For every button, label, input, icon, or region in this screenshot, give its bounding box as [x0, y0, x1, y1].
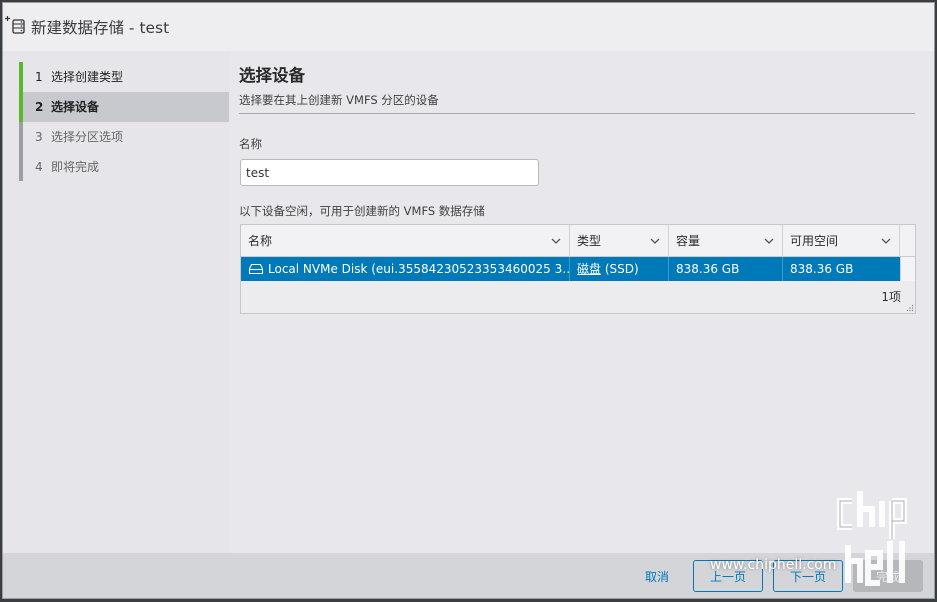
title-bar: 新建数据存储 - test [3, 3, 934, 51]
grid-scrollbar[interactable] [900, 257, 915, 281]
chevron-down-icon[interactable] [550, 225, 562, 257]
column-header-type[interactable]: 类型 [570, 225, 669, 257]
page-subtitle: 选择要在其上创建新 VMFS 分区的设备 [239, 93, 439, 107]
column-header-capacity[interactable]: 容量 [669, 225, 783, 257]
finish-button[interactable]: 完成 [853, 560, 923, 592]
resize-grip-icon[interactable] [906, 304, 914, 312]
devices-caption: 以下设备空闲，可用于创建新的 VMFS 数据存储 [239, 204, 485, 218]
dialog-title: 新建数据存储 - test [31, 19, 170, 37]
cell-device-name: Local NVMe Disk (eui.3558423052335346002… [241, 257, 570, 281]
datastore-name-input[interactable] [240, 159, 539, 186]
disk-type-link[interactable]: 磁盘 [577, 262, 601, 276]
column-header-free-space[interactable]: 可用空间 [783, 225, 900, 257]
next-button[interactable]: 下一页 [773, 560, 843, 592]
column-header-name[interactable]: 名称 [241, 225, 570, 257]
name-label: 名称 [239, 137, 262, 151]
step-select-creation-type[interactable]: 1 选择创建类型 [23, 62, 229, 92]
cancel-button[interactable]: 取消 [621, 560, 693, 592]
cell-type: 磁盘 (SSD) [570, 257, 669, 281]
step-label: 选择设备 [51, 100, 100, 114]
step-ready-to-complete: 4 即将完成 [35, 160, 100, 174]
header-divider [239, 113, 915, 114]
page-title: 选择设备 [239, 66, 305, 85]
table-row[interactable]: Local NVMe Disk (eui.3558423052335346002… [241, 257, 900, 281]
step-label: 选择分区选项 [51, 130, 124, 144]
step-select-device[interactable]: 2 选择设备 [23, 92, 229, 122]
item-count: 1项 [881, 290, 901, 304]
disk-icon [248, 263, 264, 274]
dialog-footer: 取消 上一页 下一页 完成 [3, 553, 934, 598]
main-pane: 选择设备 选择要在其上创建新 VMFS 分区的设备 名称 以下设备空闲，可用于创… [230, 51, 934, 553]
back-button[interactable]: 上一页 [693, 560, 763, 592]
cell-free-space: 838.36 GB [790, 262, 854, 276]
grid-header: 名称 类型 容量 可用空间 [241, 225, 915, 257]
chevron-down-icon[interactable] [649, 225, 661, 257]
cell-capacity: 838.36 GB [669, 257, 783, 281]
chevron-down-icon[interactable] [880, 225, 892, 257]
device-grid: 名称 类型 容量 可用空间 Local NVMe Disk (eui.35584… [240, 224, 916, 314]
new-datastore-dialog: 新建数据存储 - test 1 选择创建类型 2 选择设备 3 选择分区选项 4 即将完… [2, 2, 935, 599]
wizard-steps-nav: 1 选择创建类型 2 选择设备 3 选择分区选项 4 即将完成 [3, 51, 230, 553]
step-partition-options: 3 选择分区选项 [35, 130, 124, 144]
step-label: 选择创建类型 [51, 70, 124, 84]
chevron-down-icon[interactable] [763, 225, 775, 257]
new-datastore-icon [5, 16, 25, 34]
step-label: 即将完成 [51, 160, 100, 174]
